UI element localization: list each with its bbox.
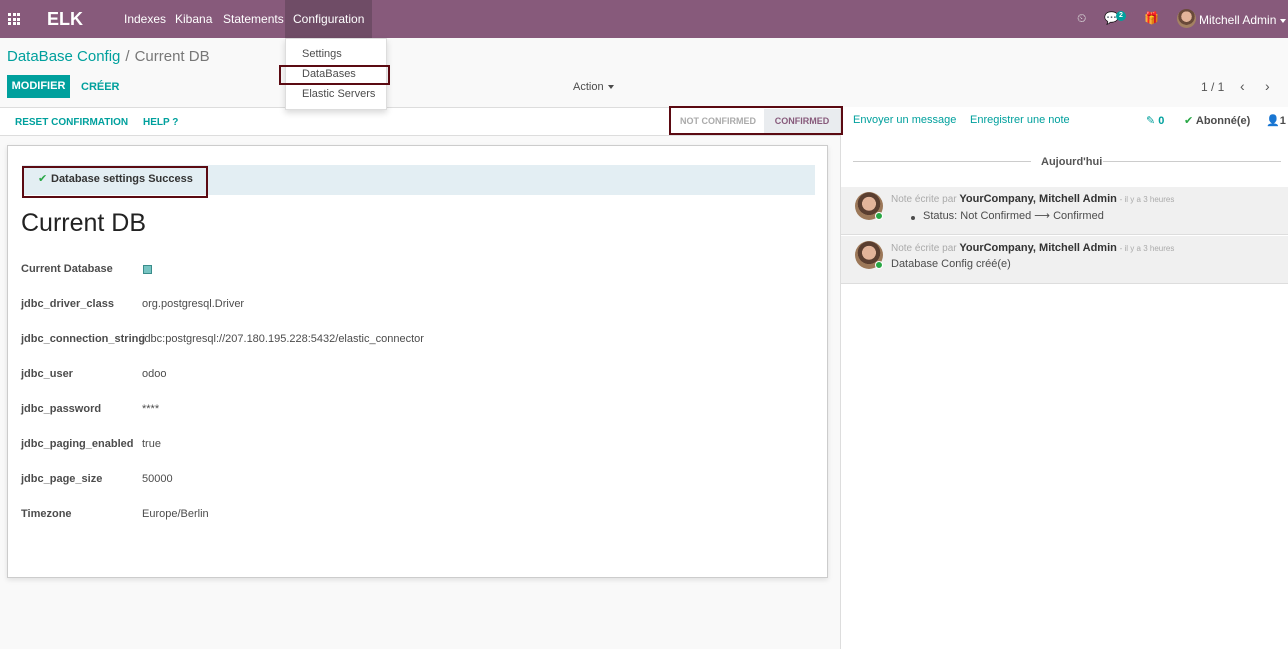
bullet-icon [911,216,915,220]
attachments-button[interactable]: ✎ 0 [1146,114,1164,127]
message-prefix: Note écrite par [891,194,957,205]
attachments-count: 0 [1158,115,1165,127]
message-time: - il y a 3 heures [1119,244,1175,253]
record-title: Current DB [21,209,147,237]
message-body: Status: Not Confirmed ⟶ Confirmed [923,210,1104,222]
menu-indexes[interactable]: Indexes [116,0,174,38]
gift-icon[interactable]: 🎁 [1144,11,1159,25]
field-label-current-database: Current Database [21,263,113,275]
paperclip-icon: ✎ [1146,115,1156,127]
menu-kibana[interactable]: Kibana [167,0,220,38]
message-time: - il y a 3 heures [1119,195,1175,204]
field-label-jdbc-page-size: jdbc_page_size [21,473,103,485]
message-body: Database Config créé(e) [891,258,1011,270]
field-label-jdbc-connection-string: jdbc_connection_string [21,333,146,345]
breadcrumb-separator: / [125,48,130,65]
date-separator: Aujourd'hui [1041,156,1103,168]
action-label: Action [573,81,604,93]
user-icon: 👤 [1266,115,1280,127]
breadcrumb-current: Current DB [134,48,210,65]
field-label-jdbc-driver-class: jdbc_driver_class [21,298,114,310]
message-author[interactable]: YourCompany, Mitchell Admin [959,193,1116,205]
app-brand[interactable]: ELK [47,9,83,30]
field-value-jdbc-page-size[interactable]: 50000 [142,473,173,485]
field-value-jdbc-connection-string[interactable]: jdbc:postgresql://207.180.195.228:5432/e… [142,333,424,345]
menu-statements[interactable]: Statements [215,0,292,38]
divider [853,161,1031,162]
field-value-jdbc-paging-enabled[interactable]: true [142,438,161,450]
follow-button[interactable]: ✔ Abonné(e) [1184,114,1250,127]
chevron-down-icon [1280,18,1287,23]
check-icon: ✔ [1184,115,1194,127]
followers-count: 1 [1279,115,1286,127]
dropdown-item-settings[interactable]: Settings [302,48,342,60]
chevron-right-icon[interactable]: › [1265,78,1270,94]
log-note-button[interactable]: Enregistrer une note [970,114,1070,126]
user-menu[interactable]: Mitchell Admin [1199,13,1287,27]
chevron-down-icon [607,85,614,90]
create-button[interactable]: CRÉER [81,81,120,93]
message-author[interactable]: YourCompany, Mitchell Admin [959,242,1116,254]
followers-button[interactable]: 👤1 [1266,114,1286,127]
edit-button[interactable]: MODIFIER [7,75,70,98]
field-label-jdbc-paging-enabled: jdbc_paging_enabled [21,438,134,450]
message-prefix: Note écrite par [891,243,957,254]
online-status-icon [875,261,883,269]
reset-confirmation-button[interactable]: RESET CONFIRMATION [15,117,128,128]
activity-clock-icon[interactable]: ⏲ [1077,11,1086,26]
field-value-jdbc-user[interactable]: odoo [142,368,166,380]
online-status-icon [875,212,883,220]
highlight-box-status [669,106,843,135]
highlight-box-databases [279,65,390,85]
field-value-jdbc-driver-class[interactable]: org.postgresql.Driver [142,298,244,310]
divider [1103,161,1281,162]
chatter-message: Note écrite par YourCompany, Mitchell Ad… [841,236,1288,284]
field-value-jdbc-password[interactable]: **** [142,403,159,415]
pager-value[interactable]: 1 / 1 [1201,80,1224,94]
dropdown-item-elastic-servers[interactable]: Elastic Servers [302,88,375,100]
field-value-timezone[interactable]: Europe/Berlin [142,508,209,520]
message-meta: Note écrite par YourCompany, Mitchell Ad… [891,242,1174,254]
action-dropdown[interactable]: Action [573,81,614,93]
chevron-left-icon[interactable]: ‹ [1240,78,1245,94]
message-meta: Note écrite par YourCompany, Mitchell Ad… [891,193,1174,205]
user-name: Mitchell Admin [1199,13,1277,27]
help-button[interactable]: HELP ? [143,117,178,128]
field-label-jdbc-user: jdbc_user [21,368,73,380]
menu-configuration[interactable]: Configuration [285,0,373,38]
apps-menu-icon[interactable] [8,13,20,25]
user-avatar[interactable] [1177,9,1196,28]
breadcrumb-parent[interactable]: DataBase Config [7,48,120,65]
follow-label: Abonné(e) [1195,115,1251,127]
chatter-panel: Envoyer un message Enregistrer une note … [840,107,1288,649]
field-label-jdbc-password: jdbc_password [21,403,102,415]
chatter-message: Note écrite par YourCompany, Mitchell Ad… [841,187,1288,235]
top-navbar: ELK Indexes Kibana Statements Configurat… [0,0,1288,38]
breadcrumb: DataBase Config / Current DB [7,48,210,65]
send-message-button[interactable]: Envoyer un message [853,114,956,126]
chat-badge: 2 [1116,11,1126,21]
highlight-box-alert [22,166,208,198]
field-label-timezone: Timezone [21,508,72,520]
current-database-checkbox[interactable] [143,265,152,274]
form-sheet: ✔ Database settings Success Current DB C… [7,145,828,578]
